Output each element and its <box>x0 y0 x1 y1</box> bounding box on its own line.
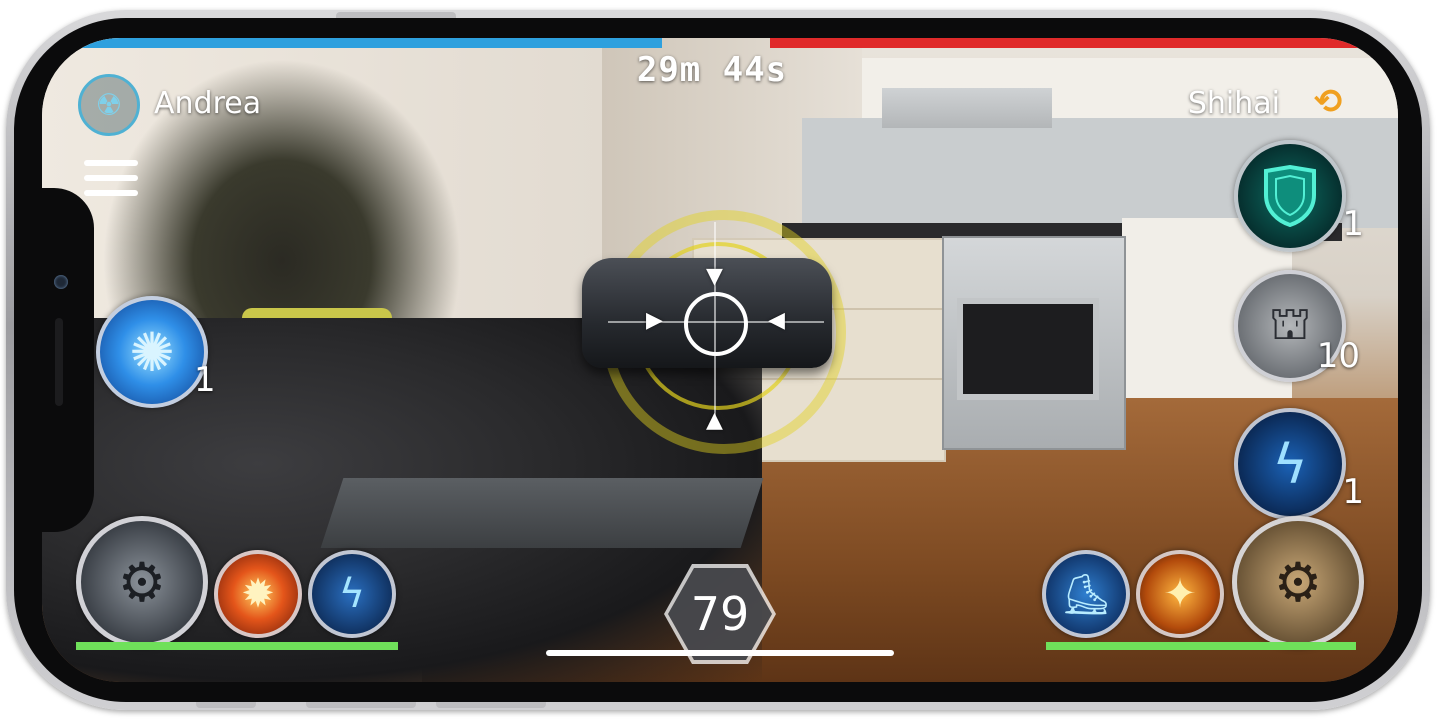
reticle-arrow-right-icon: ▶ <box>646 308 663 333</box>
earpiece-speaker <box>55 318 63 406</box>
player-name: Andrea <box>154 86 262 121</box>
battlefield-bridge[interactable] <box>320 478 764 548</box>
home-indicator[interactable] <box>546 650 894 656</box>
phone-notch <box>42 188 94 532</box>
lightning-icon[interactable]: ϟ <box>1234 408 1346 520</box>
game-screen[interactable]: 29m 44s ☢ Andrea Shihai ⟲ ✺ 1 1 ⛫ 10 ϟ 1… <box>42 38 1398 682</box>
shield-icon[interactable] <box>1234 140 1346 252</box>
robot-hero-portrait-icon[interactable]: ⚙ <box>76 516 208 648</box>
opponent-name: Shihai <box>1187 86 1280 121</box>
turret-card-count: 10 <box>1316 336 1360 376</box>
hamburger-menu-icon[interactable] <box>84 160 138 200</box>
boot-speed-icon[interactable]: ⛸ <box>1042 550 1130 638</box>
mech-hero-portrait-icon[interactable]: ⚙ <box>1232 516 1364 648</box>
player-team-bar <box>42 38 662 48</box>
link-icon: ⟲ <box>1313 82 1343 122</box>
player-health-bar <box>76 642 398 650</box>
radiation-icon: ☢ <box>78 74 140 136</box>
front-camera <box>54 275 68 289</box>
missile-ability-icon[interactable]: ✦ <box>1136 550 1224 638</box>
energy-orb-count: 1 <box>194 360 216 400</box>
lightning-card-count: 1 <box>1342 472 1364 512</box>
reticle-arrow-down-icon: ▼ <box>706 264 723 289</box>
range-hood <box>882 88 1052 128</box>
reticle-center <box>684 292 748 356</box>
reticle-arrow-up-icon: ▲ <box>706 408 723 433</box>
opponent-team-bar <box>770 38 1398 48</box>
reticle-arrow-left-icon: ◀ <box>768 308 785 333</box>
shield-card-count: 1 <box>1342 204 1364 244</box>
opponent-health-bar <box>1046 642 1356 650</box>
match-timer: 29m 44s <box>636 50 788 90</box>
fire-blast-ability-icon[interactable]: ✹ <box>214 550 302 638</box>
blue-energy-orb-icon[interactable]: ✺ <box>96 296 208 408</box>
oven-window <box>957 298 1099 400</box>
lightning-ability-icon[interactable]: ϟ <box>308 550 396 638</box>
energy-counter: 79 <box>690 587 750 641</box>
